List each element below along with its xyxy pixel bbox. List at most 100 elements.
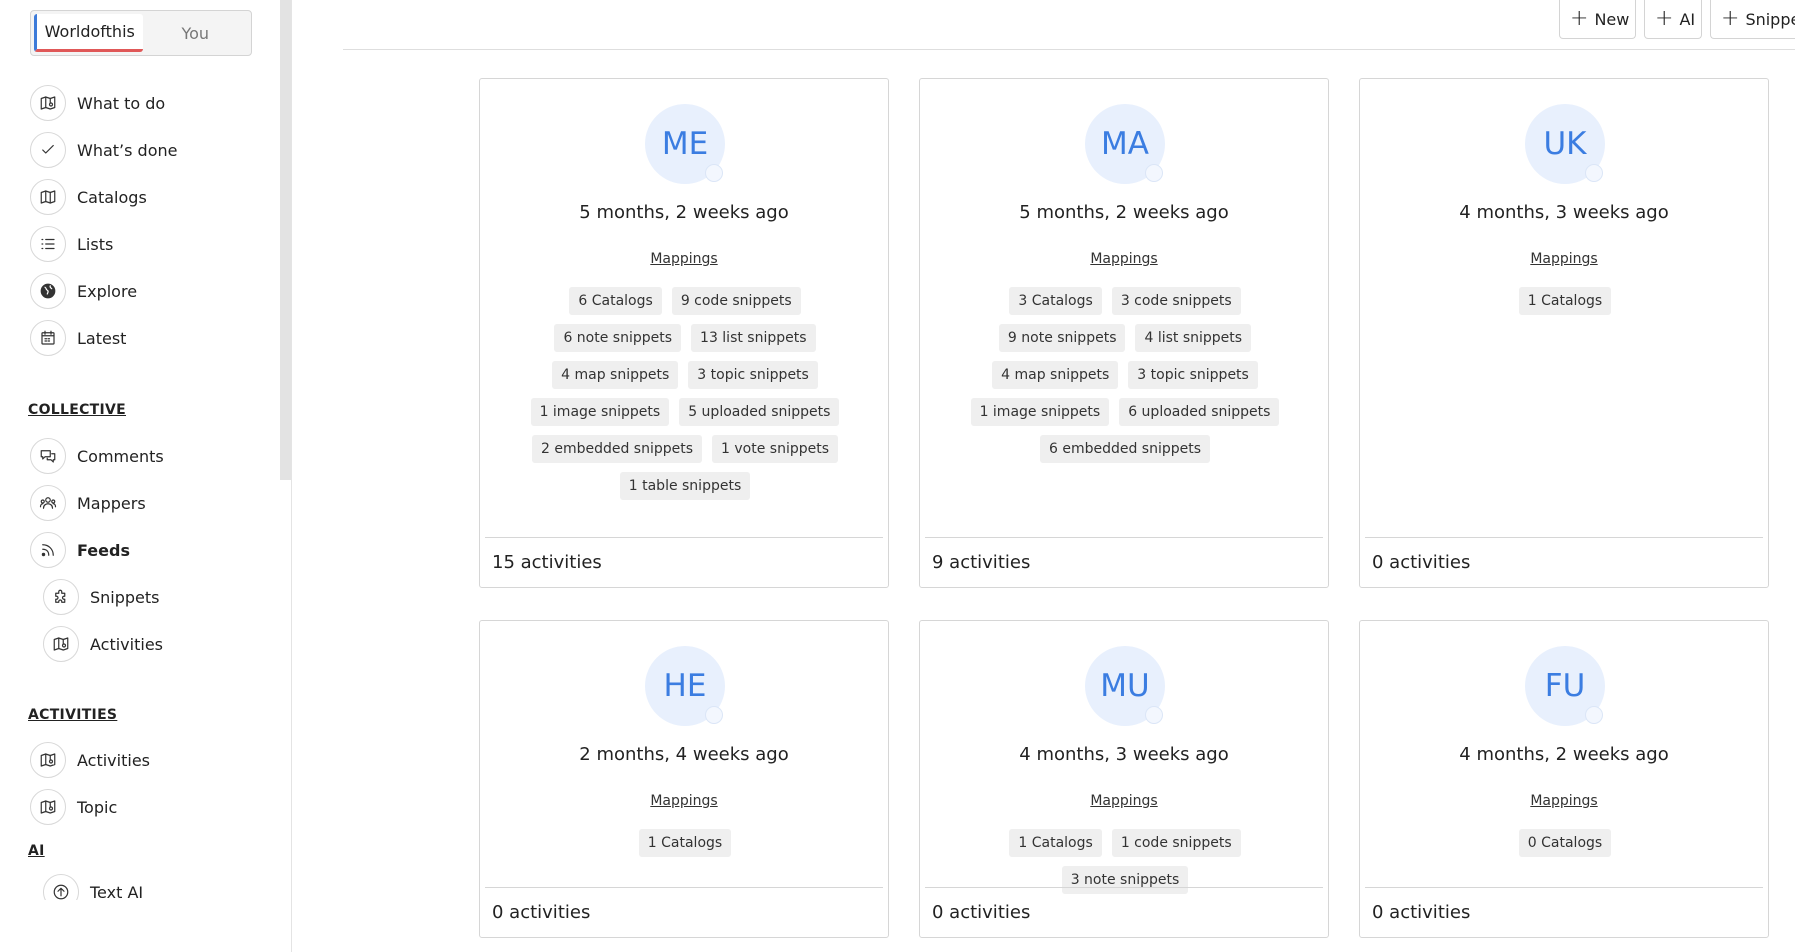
status-dot	[705, 706, 723, 724]
snippet-count-chip: 1 Catalogs	[1518, 287, 1612, 315]
card-footer: 0 activities	[1365, 537, 1763, 587]
mapper-card[interactable]: FU 4 months, 2 weeks ago Mappings 0 Cata…	[1359, 620, 1769, 938]
status-dot	[705, 164, 723, 182]
snippet-button[interactable]: + Snippe	[1710, 0, 1795, 39]
sidebar-scrollbar[interactable]	[280, 0, 291, 480]
sidebar-item-label: Explore	[77, 281, 138, 301]
mapper-card[interactable]: HE 2 months, 4 weeks ago Mappings 1 Cata…	[479, 620, 889, 938]
list-icon	[30, 226, 66, 262]
mappings-link[interactable]: Mappings	[920, 251, 1328, 267]
chip-list: 6 Catalogs 9 code snippets 6 note snippets…	[520, 287, 850, 500]
snippet-count-chip: 4 list snippets	[1135, 324, 1252, 352]
map-pin-icon	[30, 742, 66, 778]
plus-icon: +	[1721, 6, 1740, 31]
sidebar-item-lists[interactable]: Lists	[30, 225, 113, 263]
card-footer: 0 activities	[485, 887, 883, 937]
mapper-card[interactable]: MA 5 months, 2 weeks ago Mappings 3 Cata…	[919, 78, 1329, 588]
snippet-count-chip: 1 table snippets	[619, 472, 751, 500]
sidebar-item-label: Lists	[77, 234, 114, 254]
snippet-count-chip: 1 Catalogs	[1009, 829, 1102, 857]
map-icon	[30, 179, 66, 215]
upload-icon	[43, 874, 79, 900]
sidebar-item-catalogs[interactable]: Catalogs	[30, 178, 147, 216]
snippet-count-chip: 6 note snippets	[554, 324, 682, 352]
sidebar-item-snippets[interactable]: Snippets	[43, 578, 160, 616]
avatar-initials: HE	[663, 668, 707, 704]
snippet-count-chip: 4 map snippets	[992, 361, 1119, 389]
snippet-count-chip: 3 topic snippets	[688, 361, 818, 389]
sidebar-item-what-to-do[interactable]: What to do	[30, 84, 165, 122]
avatar: HE	[645, 646, 725, 726]
card-footer: 15 activities	[485, 537, 883, 587]
snippet-count-chip: 5 uploaded snippets	[679, 398, 840, 426]
sidebar-item-comments[interactable]: Comments	[30, 437, 164, 475]
mappings-link[interactable]: Mappings	[1360, 793, 1768, 809]
snippet-count-chip: 3 code snippets	[1111, 287, 1241, 315]
snippet-button-label: Snippe	[1745, 9, 1795, 29]
card-footer: 0 activities	[925, 887, 1323, 937]
sidebar-item-label: Activities	[77, 750, 150, 770]
avatar: MU	[1085, 646, 1165, 726]
sidebar-item-label: What’s done	[77, 140, 178, 160]
mapper-card[interactable]: UK 4 months, 3 weeks ago Mappings 1 Cata…	[1359, 78, 1769, 588]
snippet-count-chip: 4 map snippets	[552, 361, 679, 389]
snippet-count-chip: 9 note snippets	[998, 324, 1126, 352]
status-dot	[1585, 706, 1603, 724]
card-time: 4 months, 3 weeks ago	[1019, 744, 1229, 765]
mappings-link[interactable]: Mappings	[480, 251, 888, 267]
snippet-count-chip: 6 uploaded snippets	[1119, 398, 1280, 426]
snippet-count-chip: 3 Catalogs	[1009, 287, 1102, 315]
sidebar-item-explore[interactable]: Explore	[30, 272, 137, 310]
sidebar-item-activities[interactable]: Activities	[30, 741, 150, 779]
card-time: 4 months, 2 weeks ago	[1459, 744, 1669, 765]
snippet-count-chip: 1 Catalogs	[638, 829, 732, 857]
sidebar-item-label: Text AI	[90, 883, 144, 900]
snippet-count-chip: 1 image snippets	[970, 398, 1110, 426]
snippet-count-chip: 0 Catalogs	[1518, 829, 1612, 857]
switch-you[interactable]: You	[143, 14, 249, 52]
snippet-count-chip: 6 embedded snippets	[1039, 435, 1211, 463]
snippet-count-chip: 2 embedded snippets	[531, 435, 703, 463]
sidebar-item-text-ai[interactable]: Text AI	[43, 874, 143, 900]
status-dot	[1145, 164, 1163, 182]
status-dot	[1145, 706, 1163, 724]
mappings-link[interactable]: Mappings	[480, 793, 888, 809]
avatar: MA	[1085, 104, 1165, 184]
check-icon	[30, 132, 66, 168]
mappings-link[interactable]: Mappings	[920, 793, 1328, 809]
sidebar-item-label: Mappers	[77, 493, 146, 513]
globe-icon	[30, 273, 66, 309]
card-time: 2 months, 4 weeks ago	[579, 744, 789, 765]
sidebar-item-latest[interactable]: Latest	[30, 319, 126, 357]
snippet-count-chip: 9 code snippets	[671, 287, 801, 315]
section-head-ai[interactable]: AI	[28, 843, 45, 859]
card-time: 4 months, 3 weeks ago	[1459, 202, 1669, 223]
users-icon	[30, 485, 66, 521]
switch-worldofthis[interactable]: Worldofthis	[34, 14, 143, 52]
comments-icon	[30, 438, 66, 474]
avatar-initials: ME	[661, 126, 709, 162]
workspace-switch: Worldofthis You	[30, 10, 252, 56]
section-head-collective[interactable]: COLLECTIVE	[28, 402, 126, 418]
sidebar-item-label: Catalogs	[77, 187, 147, 207]
section-head-activities[interactable]: ACTIVITIES	[28, 707, 117, 723]
new-button[interactable]: + New	[1559, 0, 1636, 39]
ai-button[interactable]: + AI	[1644, 0, 1702, 39]
sidebar-item-feeds[interactable]: Feeds	[30, 531, 130, 569]
mapper-card[interactable]: ME 5 months, 2 weeks ago Mappings 6 Cata…	[479, 78, 889, 588]
map-pin-icon	[30, 85, 66, 121]
mappings-link[interactable]: Mappings	[1360, 251, 1768, 267]
card-footer: 9 activities	[925, 537, 1323, 587]
sidebar-item-whats-done[interactable]: What’s done	[30, 131, 177, 169]
avatar: FU	[1525, 646, 1605, 726]
mapper-card[interactable]: MU 4 months, 3 weeks ago Mappings 1 Cata…	[919, 620, 1329, 938]
avatar-initials: MA	[1101, 126, 1149, 162]
snippet-count-chip: 1 code snippets	[1111, 829, 1241, 857]
snippet-count-chip: 13 list snippets	[691, 324, 816, 352]
sidebar-item-activities-feed[interactable]: Activities	[43, 625, 163, 663]
snippet-count-chip: 6 Catalogs	[569, 287, 662, 315]
sidebar-item-mappers[interactable]: Mappers	[30, 484, 146, 522]
topbar: + New + AI + Snippe	[343, 0, 1795, 50]
sidebar-item-topic[interactable]: Topic	[30, 788, 117, 826]
map-pin-icon	[43, 626, 79, 662]
